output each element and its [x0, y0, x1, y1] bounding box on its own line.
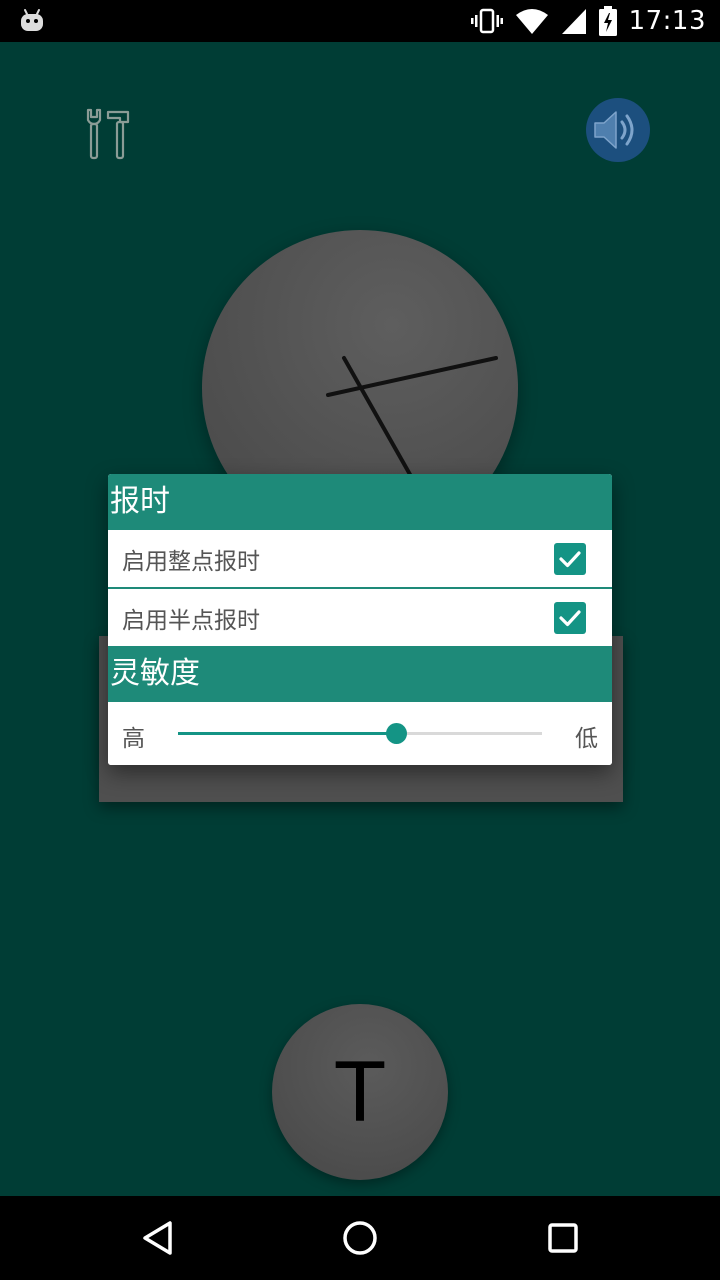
home-button[interactable] [338, 1216, 382, 1260]
app-screen: 报时 启用整点报时 启用半点报时 灵敏度 高 低 T [0, 42, 720, 1196]
slider-fill [178, 732, 397, 735]
back-icon [143, 1221, 172, 1255]
vibrate-icon [470, 8, 503, 34]
half-hour-chime-checkbox[interactable] [554, 602, 586, 634]
t-button-label: T [333, 1044, 387, 1140]
slider-low-label: 低 [575, 726, 598, 752]
check-icon [559, 610, 581, 627]
chime-section-header: 报时 [108, 474, 612, 530]
sensitivity-slider[interactable] [178, 723, 542, 744]
hourly-chime-row[interactable]: 启用整点报时 [108, 530, 612, 589]
android-debug-icon [21, 9, 43, 31]
recent-apps-button[interactable] [541, 1216, 585, 1260]
home-icon [343, 1221, 377, 1255]
signal-icon [561, 9, 586, 34]
speaker-button[interactable] [586, 98, 650, 162]
tools-icon [86, 108, 130, 160]
navigation-bar [0, 1196, 720, 1280]
slider-high-label: 高 [122, 726, 145, 752]
tools-button[interactable] [74, 102, 138, 166]
sensitivity-row: 高 低 [108, 702, 612, 765]
t-button[interactable]: T [272, 1004, 448, 1180]
status-bar: 17:13 [0, 0, 720, 42]
slider-thumb[interactable] [386, 723, 408, 744]
recent-apps-icon [548, 1223, 578, 1253]
hour-hand [342, 356, 414, 480]
status-time: 17:13 [628, 6, 706, 36]
speaker-icon [594, 111, 634, 149]
battery-charging-icon [598, 6, 617, 36]
wifi-icon [515, 9, 548, 34]
sensitivity-section-header: 灵敏度 [108, 646, 612, 702]
hourly-chime-label: 启用整点报时 [122, 548, 260, 575]
check-icon [559, 551, 581, 568]
half-hour-chime-row[interactable]: 启用半点报时 [108, 589, 612, 646]
back-button[interactable] [136, 1216, 180, 1260]
half-hour-chime-label: 启用半点报时 [122, 607, 260, 634]
hourly-chime-checkbox[interactable] [554, 543, 586, 575]
settings-dialog: 报时 启用整点报时 启用半点报时 灵敏度 高 低 [108, 474, 612, 765]
